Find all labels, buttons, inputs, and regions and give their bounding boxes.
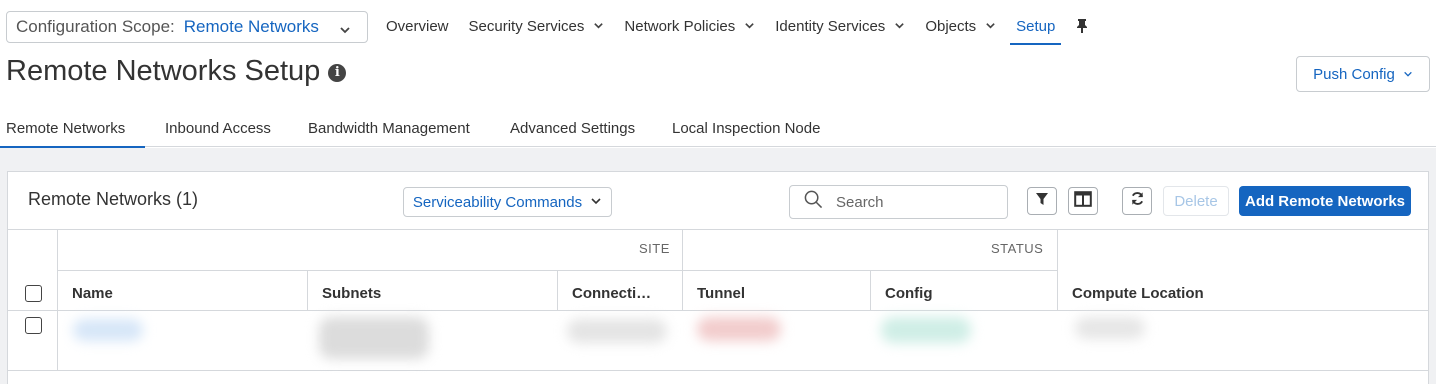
nav-network-policies[interactable]: Network Policies [624,11,755,41]
tab-label: Remote Networks [6,120,126,137]
chevron-down-icon [744,18,755,35]
chevron-down-icon [985,18,996,35]
nav-overview[interactable]: Overview [386,11,449,41]
columns-icon [1074,190,1092,212]
nav-label: Setup [1016,17,1056,35]
push-config-label: Push Config [1313,65,1395,83]
panel-title: Remote Networks (1) [28,189,199,209]
table-row[interactable] [57,311,1428,370]
refresh-button[interactable] [1122,187,1152,215]
nav-label: Objects [925,17,977,35]
column-header-subnets[interactable]: Subnets [322,285,381,302]
chevron-down-icon [590,194,602,211]
tab-bandwidth-management[interactable]: Bandwidth Management [302,110,490,147]
search-input[interactable] [836,193,996,211]
scope-label: Configuration Scope: [16,17,175,36]
compute-location-cell [1075,317,1145,339]
delete-button[interactable]: Delete [1163,186,1229,216]
refresh-icon [1130,191,1145,211]
nav-label: Identity Services [775,17,886,35]
search-box[interactable] [789,185,1008,219]
tab-remote-networks[interactable]: Remote Networks [0,110,145,148]
nav-label: Overview [386,17,449,35]
pin-icon[interactable] [1075,18,1089,39]
name-cell[interactable] [73,319,143,341]
nav-objects[interactable]: Objects [925,11,996,41]
tab-label: Local Inspection Node [672,120,821,137]
column-header-config[interactable]: Config [885,285,932,302]
tab-label: Inbound Access [165,120,271,137]
col-divider [557,270,558,310]
row-checkbox[interactable] [25,317,42,334]
chevron-down-icon [1403,66,1413,83]
nav-identity-services[interactable]: Identity Services [775,11,905,41]
tab-local-inspection-node[interactable]: Local Inspection Node [666,110,834,147]
chevron-down-icon [894,18,905,35]
nav-setup[interactable]: Setup [1010,11,1062,45]
col-divider [307,270,308,310]
filter-button[interactable] [1027,187,1057,215]
nav-security-services[interactable]: Security Services [469,11,605,41]
add-label: Add Remote Networks [1244,192,1406,210]
page-title-text: Remote Networks Setup [6,55,321,87]
chevron-down-icon [593,18,604,35]
filter-icon [1035,192,1049,211]
subnets-cell [319,317,429,359]
connection-cell [567,319,667,343]
search-icon [804,190,823,214]
nav-label: Security Services [468,17,585,35]
remote-networks-panel: Remote Networks (1) Serviceability Comma… [7,171,1429,384]
tunnel-status-cell [697,317,781,341]
select-all-checkbox[interactable] [25,285,42,302]
col-divider [1057,230,1058,310]
chevron-down-icon [339,21,351,41]
push-config-button[interactable]: Push Config [1296,56,1430,92]
group-header-status: STATUS [991,241,1044,256]
tab-inbound-access[interactable]: Inbound Access [159,110,288,147]
sub-tabs: Remote Networks Inbound Access Bandwidth… [0,110,1436,148]
add-remote-networks-button[interactable]: Add Remote Networks [1239,186,1411,216]
info-icon[interactable]: i [328,63,347,82]
tab-label: Advanced Settings [510,120,636,137]
row-bottom-border [8,370,1428,371]
tab-label: Bandwidth Management [308,120,470,137]
scope-value: Remote Networks [183,17,319,36]
config-status-cell [881,317,971,343]
col-divider [682,230,683,310]
page-title: Remote Networks Setup i [6,55,347,88]
columns-button[interactable] [1068,187,1098,215]
column-header-compute-location[interactable]: Compute Location [1072,285,1204,302]
nav-label: Network Policies [624,17,736,35]
column-header-name[interactable]: Name [72,285,113,302]
serviceability-commands-dropdown[interactable]: Serviceability Commands [403,187,612,217]
column-header-connection[interactable]: Connecti… [572,285,651,302]
serviceability-label: Serviceability Commands [412,193,583,211]
column-header-tunnel[interactable]: Tunnel [697,285,745,302]
configuration-scope-select[interactable]: Configuration Scope: Remote Networks [6,11,368,43]
tab-advanced-settings[interactable]: Advanced Settings [504,110,652,147]
top-nav: Overview Security Services Network Polic… [386,10,1075,45]
group-header-site: SITE [639,241,670,256]
col-divider [870,270,871,310]
table-top-border [8,229,1428,230]
delete-label: Delete [1174,192,1218,210]
